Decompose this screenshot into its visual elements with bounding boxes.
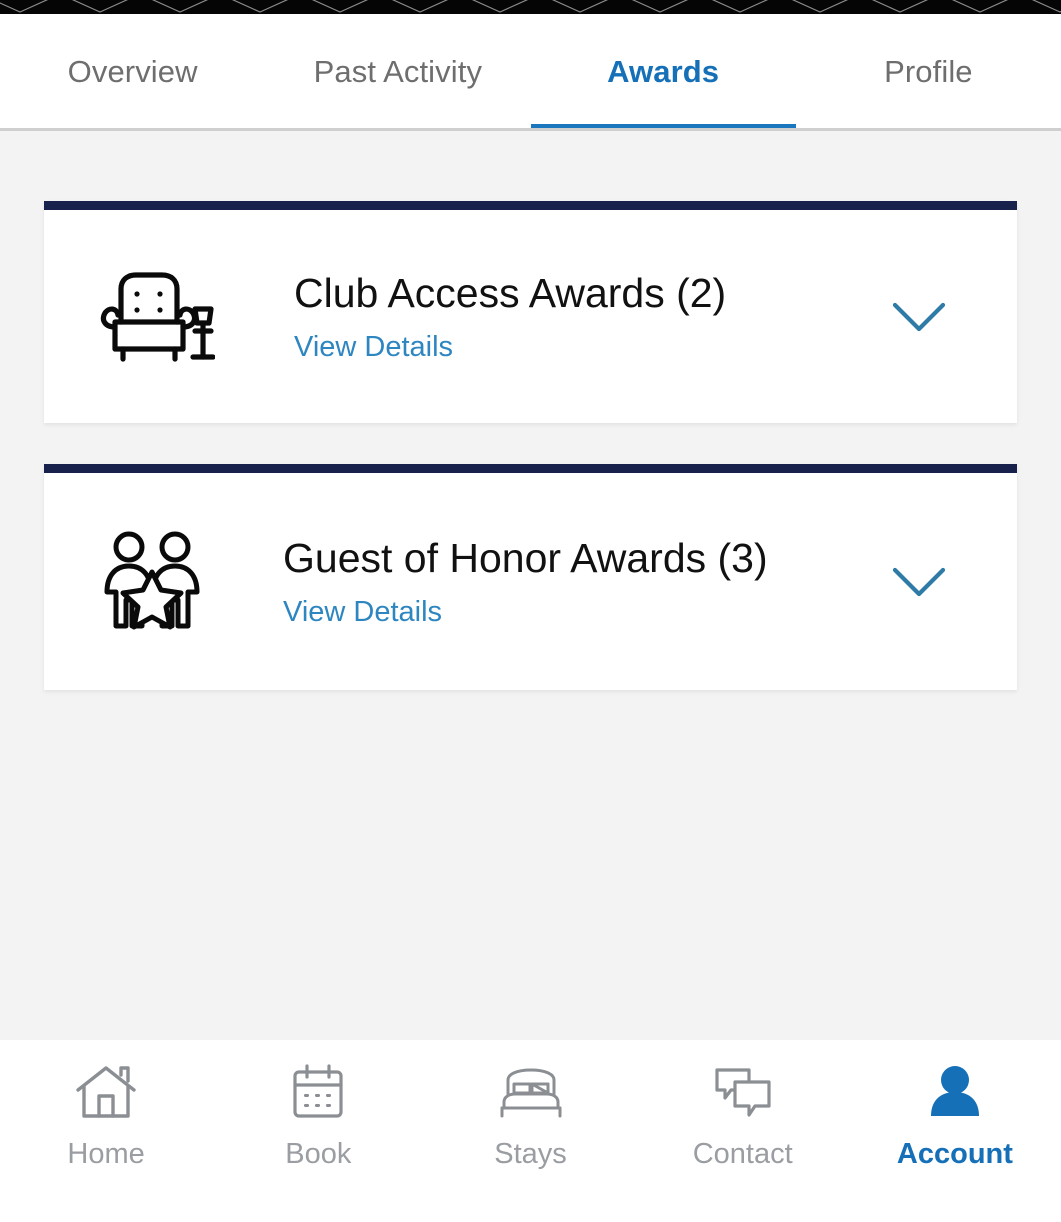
nav-item-home[interactable]: Home xyxy=(0,1040,212,1222)
two-people-star-icon xyxy=(99,529,209,635)
house-icon xyxy=(70,1062,142,1124)
view-details-link-club-access[interactable]: View Details xyxy=(294,332,726,362)
status-strip-pattern xyxy=(0,0,1061,13)
chat-bubbles-icon xyxy=(707,1062,779,1124)
nav-item-stays[interactable]: Stays xyxy=(424,1040,636,1222)
tab-profile[interactable]: Profile xyxy=(796,14,1061,131)
chat-bubbles-icon-svg xyxy=(715,1068,771,1117)
tab-overview[interactable]: Overview xyxy=(0,14,265,131)
tab-awards[interactable]: Awards xyxy=(530,14,796,131)
two-people-star-icon-svg xyxy=(104,531,200,629)
tab-overview-label: Overview xyxy=(67,54,198,90)
tab-past-activity[interactable]: Past Activity xyxy=(265,14,530,131)
chevron-down-icon-guest-of-honor-svg xyxy=(892,567,946,596)
tab-awards-label: Awards xyxy=(607,54,720,90)
nav-item-stays-label: Stays xyxy=(494,1138,567,1170)
award-card-guest-of-honor-text: Guest of Honor Awards (3) View Details xyxy=(283,536,768,626)
view-details-link-guest-of-honor[interactable]: View Details xyxy=(283,597,768,627)
bed-icon xyxy=(495,1062,567,1124)
award-card-club-access-inner: Club Access Awards (2) View Details xyxy=(44,210,1017,423)
nav-item-account[interactable]: Account xyxy=(849,1040,1061,1222)
award-card-guest-of-honor-inner: Guest of Honor Awards (3) View Details xyxy=(44,473,1017,690)
nav-item-contact[interactable]: Contact xyxy=(637,1040,849,1222)
award-card-club-access[interactable]: Club Access Awards (2) View Details xyxy=(44,201,1017,423)
bottom-navigation-bar: Home Book Stays Contact Account xyxy=(0,1040,1061,1200)
tab-profile-label: Profile xyxy=(884,54,973,90)
nav-item-home-label: Home xyxy=(67,1138,145,1170)
chevron-down-icon-club-access-svg xyxy=(892,302,946,331)
award-card-club-access-text: Club Access Awards (2) View Details xyxy=(294,271,726,361)
awards-content-area: Club Access Awards (2) View Details Gues… xyxy=(0,131,1061,1040)
calendar-icon xyxy=(282,1062,354,1124)
chevron-down-icon-guest-of-honor[interactable] xyxy=(889,562,949,602)
person-icon xyxy=(919,1062,991,1124)
award-card-club-access-title: Club Access Awards (2) xyxy=(294,269,727,316)
nav-item-book[interactable]: Book xyxy=(212,1040,424,1222)
chevron-down-icon-club-access[interactable] xyxy=(889,297,949,337)
nav-item-account-label: Account xyxy=(896,1138,1013,1170)
nav-item-contact-label: Contact xyxy=(692,1138,793,1170)
house-icon-svg xyxy=(76,1066,136,1118)
nav-item-book-label: Book xyxy=(285,1138,352,1170)
armchair-icon-svg xyxy=(100,271,215,362)
award-card-guest-of-honor-title: Guest of Honor Awards (3) xyxy=(283,534,768,581)
calendar-icon-svg xyxy=(293,1064,343,1118)
award-card-guest-of-honor[interactable]: Guest of Honor Awards (3) View Details xyxy=(44,464,1017,690)
armchair-icon xyxy=(99,264,215,370)
tab-past-activity-label: Past Activity xyxy=(313,54,483,90)
status-bar-strip xyxy=(0,0,1061,14)
account-tab-bar: Overview Past Activity Awards Profile xyxy=(0,14,1061,131)
person-icon-svg xyxy=(930,1066,979,1116)
bed-icon-svg xyxy=(500,1068,561,1118)
